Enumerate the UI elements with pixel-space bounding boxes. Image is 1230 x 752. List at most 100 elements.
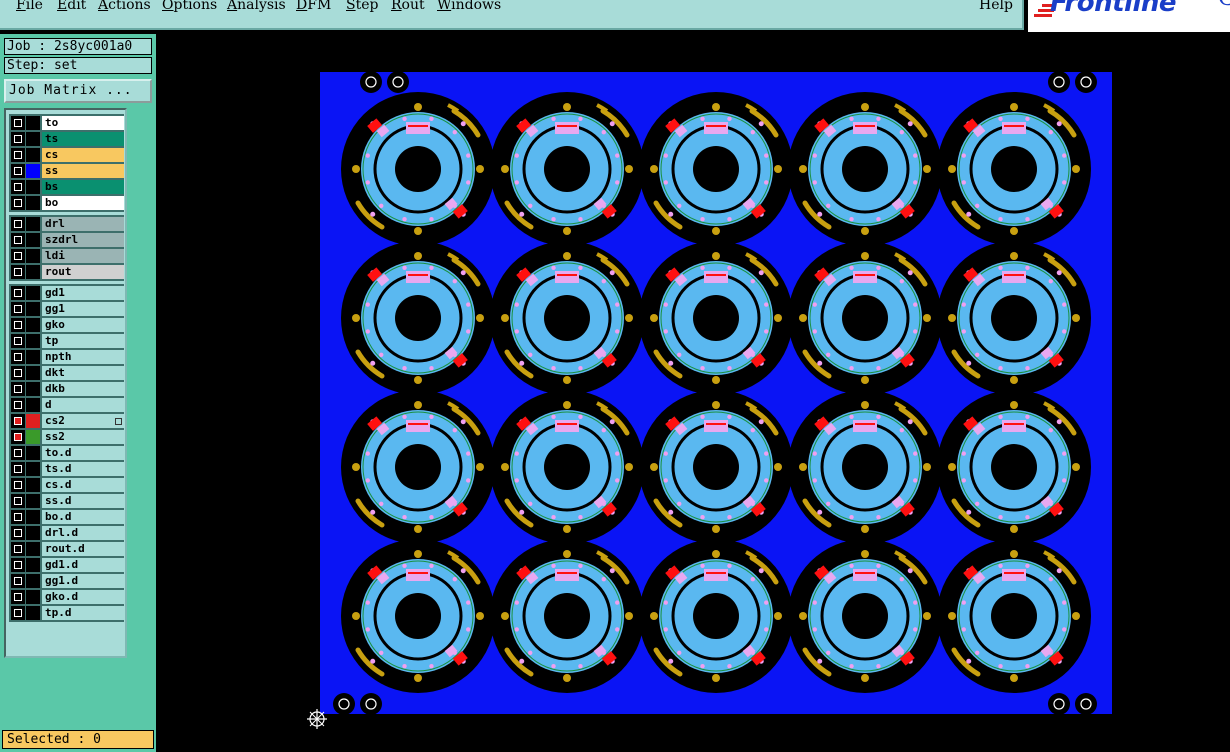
layer-row-cs[interactable]: cs — [10, 147, 124, 163]
menu-step[interactable]: Step — [346, 0, 378, 13]
layer-color-swatch[interactable] — [26, 286, 40, 300]
layer-color-swatch[interactable] — [26, 180, 40, 194]
layer-row-ss[interactable]: ss — [10, 163, 124, 179]
layer-color-swatch[interactable] — [26, 446, 40, 460]
layer-color-swatch[interactable] — [26, 542, 40, 556]
layer-row-rout-d[interactable]: rout.d — [10, 541, 124, 557]
layer-checkbox[interactable] — [11, 478, 25, 492]
layer-name[interactable]: gd1 — [42, 286, 124, 300]
layer-color-swatch[interactable] — [26, 196, 40, 210]
layer-name[interactable]: to.d — [42, 446, 124, 460]
layer-color-swatch[interactable] — [26, 249, 40, 263]
layer-name[interactable]: ss.d — [42, 494, 124, 508]
layer-name[interactable]: cs.d — [42, 478, 124, 492]
layer-checkbox[interactable] — [11, 318, 25, 332]
layer-checkbox[interactable] — [11, 233, 25, 247]
layer-row-gko[interactable]: gko — [10, 317, 124, 333]
layer-color-swatch[interactable] — [26, 334, 40, 348]
layer-checkbox[interactable] — [11, 116, 25, 130]
layer-checkbox[interactable] — [11, 286, 25, 300]
menu-rout[interactable]: Rout — [391, 0, 425, 13]
layer-row-ts[interactable]: ts — [10, 131, 124, 147]
layer-color-swatch[interactable] — [26, 590, 40, 604]
layer-name[interactable]: gg1 — [42, 302, 124, 316]
layer-checkbox[interactable] — [11, 217, 25, 231]
layer-color-swatch[interactable] — [26, 478, 40, 492]
layer-checkbox[interactable] — [11, 558, 25, 572]
layer-name[interactable]: ss2 — [42, 430, 124, 444]
layer-color-swatch[interactable] — [26, 558, 40, 572]
layer-checkbox[interactable] — [11, 196, 25, 210]
layer-row-d[interactable]: d — [10, 397, 124, 413]
layer-row-drl[interactable]: drl — [10, 216, 124, 232]
layer-checkbox[interactable] — [11, 180, 25, 194]
layer-checkbox[interactable] — [11, 249, 25, 263]
layer-checkbox[interactable] — [11, 164, 25, 178]
layer-name[interactable]: bs — [42, 180, 124, 194]
layer-row-gd1-d[interactable]: gd1.d — [10, 557, 124, 573]
layer-color-swatch[interactable] — [26, 430, 40, 444]
layer-name[interactable]: bo.d — [42, 510, 124, 524]
layer-color-swatch[interactable] — [26, 217, 40, 231]
layer-name[interactable]: bo — [42, 196, 124, 210]
layer-row-gd1[interactable]: gd1 — [10, 285, 124, 301]
layer-row-ldi[interactable]: ldi — [10, 248, 124, 264]
layer-name[interactable]: tp — [42, 334, 124, 348]
layer-checkbox[interactable] — [11, 430, 25, 444]
layer-name[interactable]: ts.d — [42, 462, 124, 476]
menu-edit[interactable]: Edit — [57, 0, 86, 13]
layer-row-dkb[interactable]: dkb — [10, 381, 124, 397]
layer-color-swatch[interactable] — [26, 148, 40, 162]
layer-checkbox[interactable] — [11, 382, 25, 396]
layer-row-gg1[interactable]: gg1 — [10, 301, 124, 317]
layer-name[interactable]: cs — [42, 148, 124, 162]
layer-color-swatch[interactable] — [26, 132, 40, 146]
layer-color-swatch[interactable] — [26, 366, 40, 380]
layer-row-cs2[interactable]: cs2 — [10, 413, 124, 429]
layer-checkbox[interactable] — [11, 494, 25, 508]
layer-name[interactable]: tp.d — [42, 606, 124, 620]
menu-windows[interactable]: Windows — [437, 0, 501, 13]
graphics-canvas[interactable] — [156, 34, 1230, 752]
layer-row-gg1-d[interactable]: gg1.d — [10, 573, 124, 589]
menu-file[interactable]: File — [16, 0, 43, 13]
layer-row-ss2[interactable]: ss2 — [10, 429, 124, 445]
menu-help[interactable]: Help — [979, 0, 1013, 13]
layer-row-drl-d[interactable]: drl.d — [10, 525, 124, 541]
layer-checkbox[interactable] — [11, 350, 25, 364]
layer-name[interactable]: ldi — [42, 249, 124, 263]
layer-checkbox[interactable] — [11, 334, 25, 348]
layer-name[interactable]: dkb — [42, 382, 124, 396]
layer-name[interactable]: szdrl — [42, 233, 124, 247]
layer-row-ts-d[interactable]: ts.d — [10, 461, 124, 477]
layer-checkbox[interactable] — [11, 574, 25, 588]
layer-color-swatch[interactable] — [26, 382, 40, 396]
layer-color-swatch[interactable] — [26, 265, 40, 279]
layer-color-swatch[interactable] — [26, 462, 40, 476]
layer-name[interactable]: drl — [42, 217, 124, 231]
layer-row-to[interactable]: to — [10, 115, 124, 131]
layer-checkbox[interactable] — [11, 510, 25, 524]
layer-checkbox[interactable] — [11, 542, 25, 556]
layer-checkbox[interactable] — [11, 526, 25, 540]
layer-color-swatch[interactable] — [26, 398, 40, 412]
layer-color-swatch[interactable] — [26, 574, 40, 588]
layer-row-rout[interactable]: rout — [10, 264, 124, 280]
layer-color-swatch[interactable] — [26, 350, 40, 364]
layer-color-swatch[interactable] — [26, 414, 40, 428]
menu-analysis[interactable]: Analysis — [227, 0, 286, 13]
layer-row-gko-d[interactable]: gko.d — [10, 589, 124, 605]
layer-name[interactable]: drl.d — [42, 526, 124, 540]
layer-row-ss-d[interactable]: ss.d — [10, 493, 124, 509]
layer-name[interactable]: gg1.d — [42, 574, 124, 588]
layer-checkbox[interactable] — [11, 366, 25, 380]
layer-name[interactable]: npth — [42, 350, 124, 364]
layer-checkbox[interactable] — [11, 265, 25, 279]
layer-row-bo[interactable]: bo — [10, 195, 124, 211]
layer-name[interactable]: ss — [42, 164, 124, 178]
layer-row-to-d[interactable]: to.d — [10, 445, 124, 461]
layer-row-szdrl[interactable]: szdrl — [10, 232, 124, 248]
layer-row-dkt[interactable]: dkt — [10, 365, 124, 381]
layer-row-npth[interactable]: npth — [10, 349, 124, 365]
layer-checkbox[interactable] — [11, 132, 25, 146]
